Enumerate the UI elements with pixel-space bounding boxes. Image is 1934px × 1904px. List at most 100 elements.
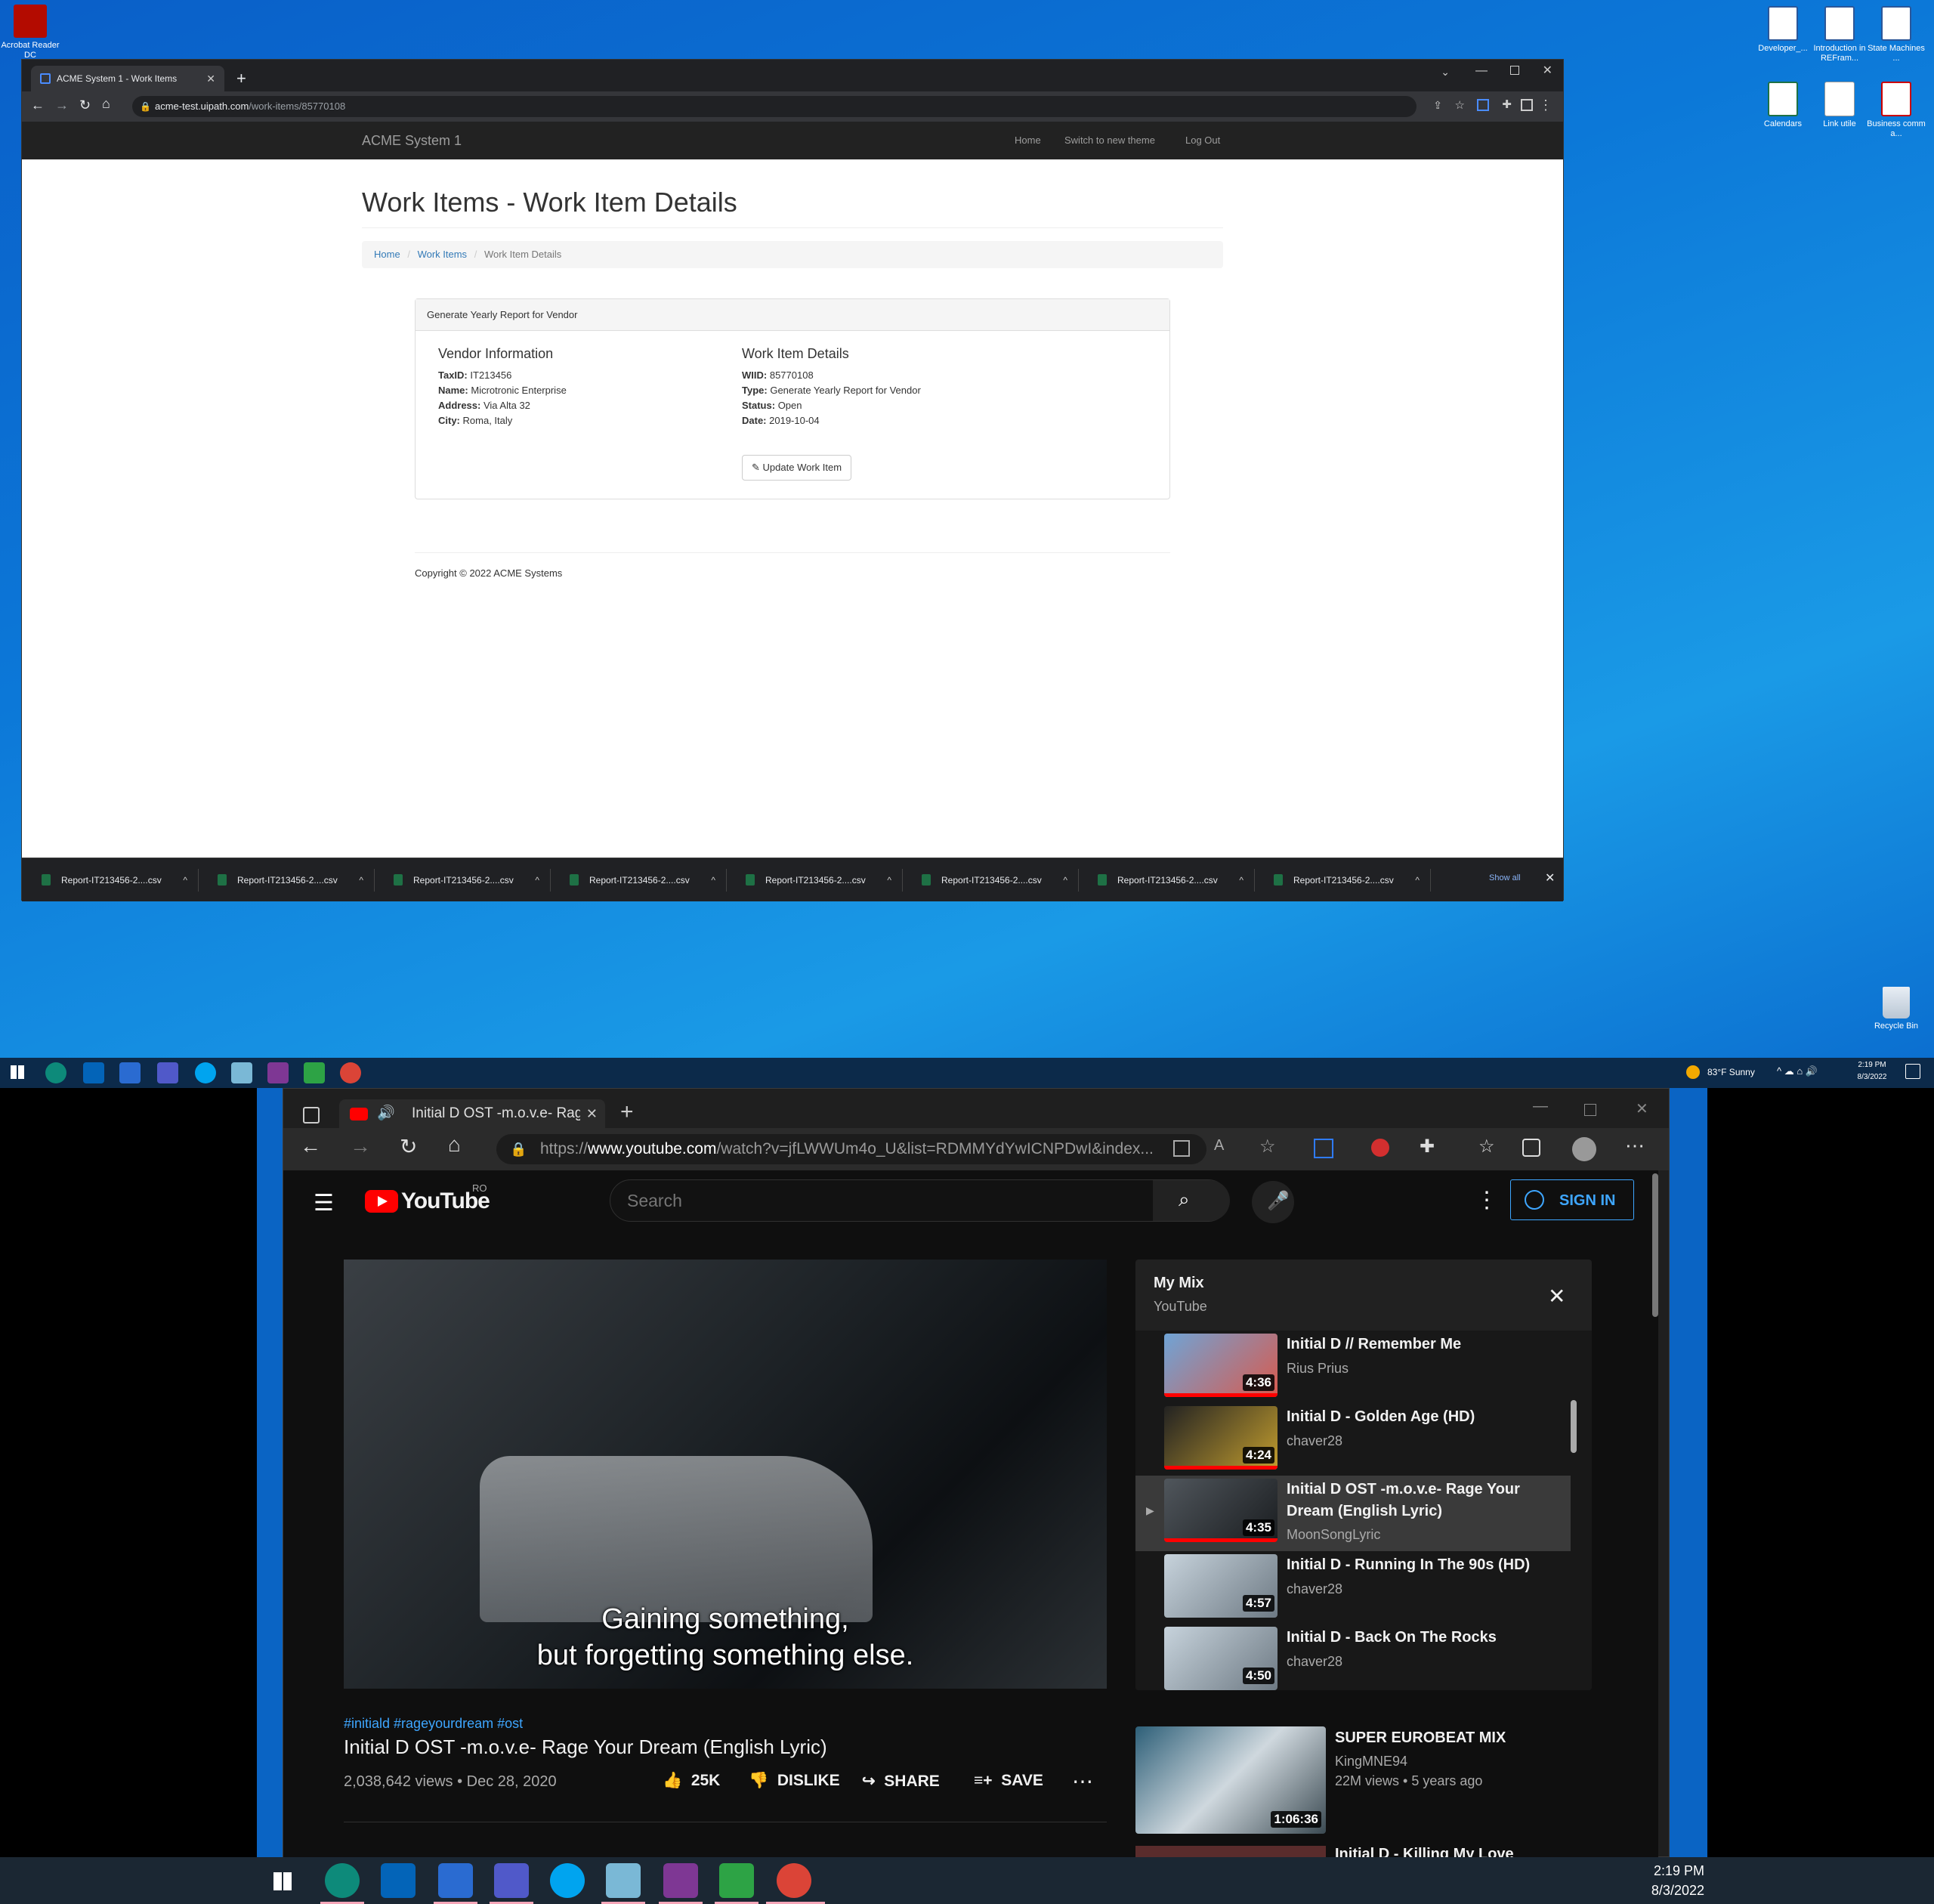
download-item[interactable]: Report-IT213456-2....csv ^ bbox=[1081, 869, 1255, 892]
app-available-icon[interactable] bbox=[1173, 1140, 1190, 1157]
extension-red-icon[interactable] bbox=[1371, 1139, 1389, 1157]
edge-icon[interactable] bbox=[45, 1062, 66, 1083]
video-player[interactable]: Gaining something, but forgetting someth… bbox=[344, 1260, 1107, 1689]
playlist-item-current[interactable]: ▶ 4:35 Initial D OST -m.o.v.e- Rage Your… bbox=[1135, 1476, 1571, 1551]
windows-start-icon[interactable] bbox=[273, 1872, 292, 1890]
video-more-options-icon[interactable]: ⋯ bbox=[1072, 1769, 1093, 1794]
skype-icon[interactable] bbox=[550, 1863, 585, 1898]
search-input[interactable] bbox=[627, 1189, 1126, 1212]
read-aloud-icon[interactable]: A bbox=[1214, 1137, 1224, 1154]
uipath-studio-icon[interactable] bbox=[663, 1863, 698, 1898]
uipath-assistant-icon[interactable] bbox=[304, 1062, 325, 1083]
playlist-item[interactable]: 4:50 Initial D - Back On The Rocks chave… bbox=[1135, 1624, 1571, 1690]
close-tab-icon[interactable]: ✕ bbox=[206, 66, 215, 91]
outlook-icon[interactable] bbox=[83, 1062, 104, 1083]
download-item[interactable]: Report-IT213456-2....csv ^ bbox=[905, 869, 1079, 892]
more-options-icon[interactable]: ⋮ bbox=[1475, 1187, 1498, 1213]
chevron-up-icon[interactable]: ^ bbox=[711, 869, 715, 892]
outlook-icon[interactable] bbox=[381, 1863, 416, 1898]
clock-date[interactable]: 8/3/2022 bbox=[1629, 1883, 1704, 1899]
download-item[interactable]: Report-IT213456-2....csv ^ bbox=[25, 869, 199, 892]
edge-icon[interactable] bbox=[325, 1863, 360, 1898]
download-item[interactable]: Report-IT213456-2....csv ^ bbox=[729, 869, 903, 892]
show-all-link[interactable]: Show all bbox=[1489, 873, 1521, 882]
skype-icon[interactable] bbox=[195, 1062, 216, 1083]
playlist-subtitle[interactable]: YouTube bbox=[1154, 1299, 1207, 1315]
playlist-item[interactable]: 4:36 Initial D // Remember Me Rius Prius bbox=[1135, 1331, 1571, 1403]
add-favorite-icon[interactable]: ☆ bbox=[1259, 1136, 1276, 1158]
hamburger-menu-icon[interactable]: ☰ bbox=[314, 1190, 334, 1216]
chevron-up-icon[interactable]: ^ bbox=[1239, 869, 1244, 892]
breadcrumb-work-items[interactable]: Work Items bbox=[418, 249, 468, 260]
youtube-logo-icon[interactable] bbox=[365, 1190, 398, 1213]
nav-switch-theme-link[interactable]: Switch to new theme bbox=[1064, 122, 1155, 159]
address-bar[interactable]: 🔒 acme-test.uipath.com/work-items/857701… bbox=[132, 96, 1417, 117]
playlist-scrollbar[interactable] bbox=[1571, 1400, 1577, 1453]
chevron-up-icon[interactable]: ^ bbox=[183, 869, 187, 892]
chrome-icon[interactable] bbox=[777, 1863, 811, 1898]
teams-icon[interactable] bbox=[494, 1863, 529, 1898]
playlist-item[interactable]: 4:57 Initial D - Running In The 90s (HD)… bbox=[1135, 1551, 1571, 1624]
extensions-puzzle-icon[interactable]: ✚ bbox=[1502, 97, 1512, 111]
maximize-icon[interactable] bbox=[1584, 1104, 1596, 1116]
address-bar[interactable]: 🔒 https://www.youtube.com/watch?v=jfLWWU… bbox=[496, 1134, 1206, 1164]
download-item[interactable]: Report-IT213456-2....csv ^ bbox=[553, 869, 727, 892]
share-button[interactable]: ↪ SHARE bbox=[862, 1772, 940, 1791]
share-icon[interactable]: ⇪ bbox=[1433, 99, 1442, 112]
clock-date[interactable]: 8/3/2022 bbox=[1849, 1073, 1895, 1081]
update-work-item-button[interactable]: ✎ Update Work Item bbox=[742, 455, 852, 481]
extensions-icon[interactable]: ✚ bbox=[1420, 1136, 1435, 1158]
side-panel-icon[interactable] bbox=[1521, 99, 1533, 111]
tab-search-icon[interactable]: ⌄ bbox=[1441, 66, 1450, 79]
recommended-video[interactable]: 1:06:36 SUPER EUROBEAT MIX KingMNE94 22M… bbox=[1135, 1726, 1589, 1840]
back-icon[interactable]: ← bbox=[31, 97, 45, 113]
maximize-icon[interactable] bbox=[1510, 66, 1519, 75]
voice-search-button[interactable]: 🎤 bbox=[1252, 1181, 1294, 1223]
desktop-icon-excel[interactable]: Calendars bbox=[1753, 82, 1813, 129]
close-window-icon[interactable]: ✕ bbox=[1543, 63, 1552, 78]
download-item[interactable]: Report-IT213456-2....csv ^ bbox=[201, 869, 375, 892]
close-playlist-icon[interactable]: ✕ bbox=[1548, 1284, 1565, 1309]
desktop-icon-pdf[interactable]: Business comm a... bbox=[1866, 82, 1926, 139]
desktop-icon-acrobat[interactable]: Acrobat Reader DC bbox=[0, 5, 60, 60]
home-icon[interactable]: ⌂ bbox=[102, 96, 110, 112]
windows-start-icon[interactable] bbox=[11, 1065, 24, 1079]
sign-in-button[interactable]: SIGN IN bbox=[1510, 1179, 1634, 1220]
chrome-icon[interactable] bbox=[340, 1062, 361, 1083]
notifications-icon[interactable] bbox=[1905, 1064, 1920, 1079]
save-button[interactable]: ≡+ SAVE bbox=[974, 1772, 1043, 1790]
favorites-icon[interactable]: ☆ bbox=[1478, 1136, 1495, 1158]
speaker-icon[interactable]: 🔊 bbox=[377, 1099, 395, 1128]
collections-icon[interactable] bbox=[1522, 1139, 1540, 1157]
uipath-extension-icon[interactable] bbox=[1477, 99, 1489, 111]
close-window-icon[interactable]: ✕ bbox=[1636, 1099, 1648, 1118]
settings-menu-icon[interactable]: ⋯ bbox=[1625, 1134, 1645, 1158]
clock-time[interactable]: 2:19 PM bbox=[1849, 1061, 1895, 1069]
reload-icon[interactable]: ↻ bbox=[400, 1134, 417, 1159]
playlist-item[interactable]: 4:24 Initial D - Golden Age (HD) chaver2… bbox=[1135, 1403, 1571, 1476]
chevron-up-icon[interactable]: ^ bbox=[1063, 869, 1067, 892]
minimize-icon[interactable]: — bbox=[1475, 64, 1488, 78]
new-tab-icon[interactable]: + bbox=[620, 1099, 634, 1125]
uipath-assistant-icon[interactable] bbox=[719, 1863, 754, 1898]
menu-icon[interactable]: ⋮ bbox=[1539, 97, 1552, 113]
teams-icon[interactable] bbox=[157, 1062, 178, 1083]
recommended-video-next[interactable]: Initial D - Killing My Love bbox=[1135, 1846, 1589, 1858]
like-button[interactable]: 👍 25K bbox=[663, 1772, 720, 1790]
desktop-icon-text[interactable]: Link utile bbox=[1809, 82, 1870, 129]
download-item[interactable]: Report-IT213456-2....csv ^ bbox=[1257, 869, 1431, 892]
page-scrollbar[interactable] bbox=[1652, 1173, 1658, 1317]
video-hashtags[interactable]: #initiald #rageyourdream #ost bbox=[344, 1716, 523, 1732]
app-s-icon[interactable] bbox=[119, 1062, 141, 1083]
app-stack-icon[interactable] bbox=[606, 1863, 641, 1898]
desktop-icon-recycle-bin[interactable]: Recycle Bin bbox=[1866, 987, 1926, 1031]
dislike-button[interactable]: 👎 DISLIKE bbox=[749, 1772, 840, 1790]
breadcrumb-home[interactable]: Home bbox=[374, 249, 400, 260]
reload-icon[interactable]: ↻ bbox=[79, 97, 91, 113]
new-tab-icon[interactable]: + bbox=[236, 66, 246, 91]
desktop-icon-word-2[interactable]: Introduction in REFram... bbox=[1809, 6, 1870, 63]
uipath-studio-icon[interactable] bbox=[267, 1062, 289, 1083]
download-item[interactable]: Report-IT213456-2....csv ^ bbox=[377, 869, 551, 892]
browser-tab-youtube[interactable]: 🔊 Initial D OST -m.o.v.e- Rage ✕ bbox=[339, 1099, 605, 1128]
brand-link[interactable]: ACME System 1 bbox=[362, 122, 462, 159]
